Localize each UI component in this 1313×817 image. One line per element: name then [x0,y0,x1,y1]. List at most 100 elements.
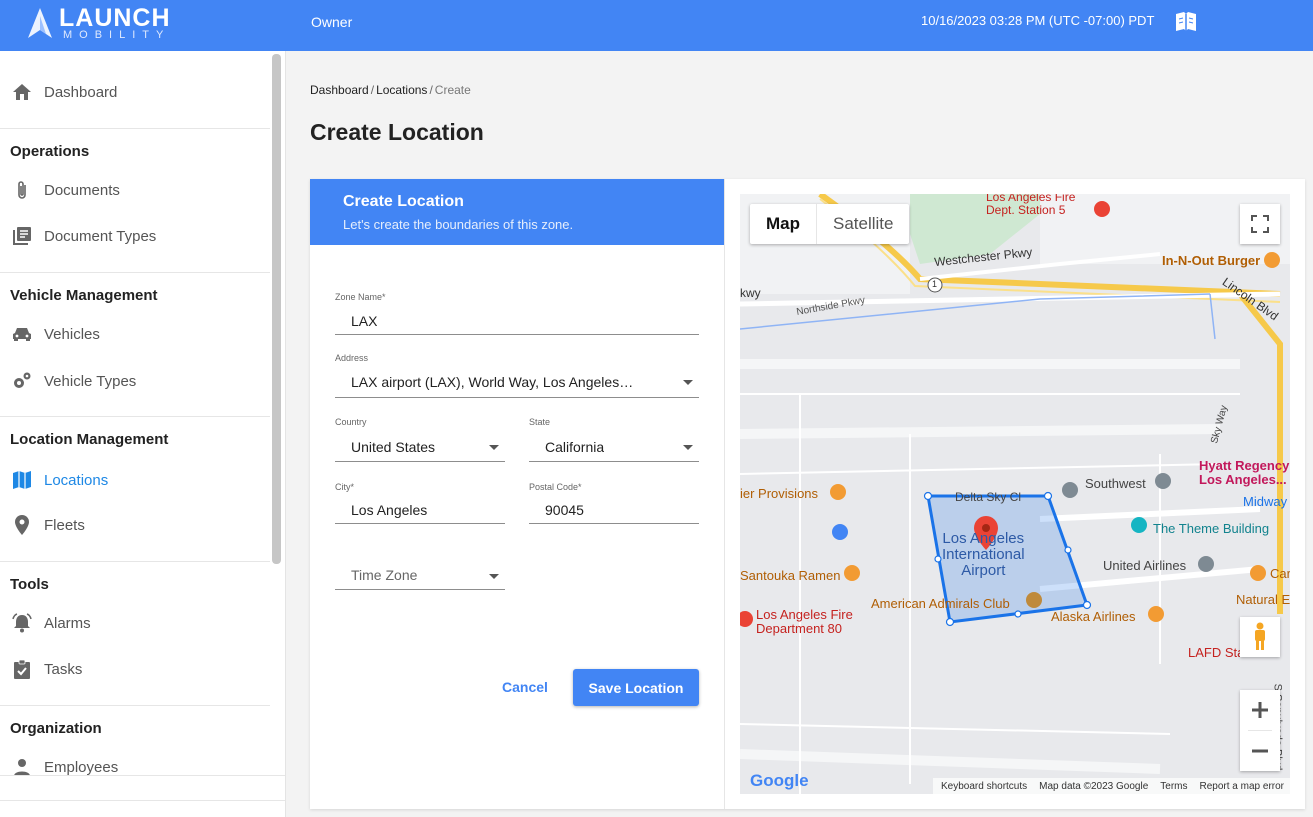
gears-icon [11,370,33,392]
sidebar-item-fleets[interactable]: Fleets [0,505,270,545]
map-data-credit: Map data ©2023 Google [1039,780,1149,792]
map-label-delta: Delta Sky Cl [955,490,1022,504]
field-label: Postal Code* [529,482,582,492]
plus-icon [1252,702,1268,718]
field-value: United States [351,439,436,455]
city-field[interactable]: City* Los Angeles [335,482,505,524]
section-organization: Organization [10,720,102,737]
breadcrumb-dashboard[interactable]: Dashboard [310,83,369,97]
form-subtitle: Let's create the boundaries of this zone… [343,217,574,232]
divider [0,561,270,562]
field-label: Address [335,353,369,363]
cancel-button[interactable]: Cancel [490,669,560,705]
map-label-admirals: American Admirals Club [871,596,1010,611]
map-label-alaska: Alaska Airlines [1051,609,1136,624]
logo[interactable]: LAUNCH MOBILITY [26,4,176,44]
car-icon [11,323,33,345]
field-value: California [545,439,605,455]
breadcrumb-locations[interactable]: Locations [376,83,427,97]
field-label: City* [335,482,355,492]
field-value: LAX [351,313,378,329]
divider [0,800,285,801]
postal-code-field[interactable]: Postal Code* 90045 [529,482,699,524]
sidebar-item-documents[interactable]: Documents [0,170,270,210]
sidebar-item-tasks[interactable]: Tasks [0,649,270,689]
fullscreen-button[interactable] [1240,204,1280,244]
sidebar-item-label: Documents [44,181,120,199]
report-map-error-link[interactable]: Report a map error [1200,781,1284,792]
zone-name-field[interactable]: Zone Name* LAX [335,292,699,335]
brand-sub: MOBILITY [63,29,171,41]
divider [0,416,270,417]
map-label-fire-station-5: Los Angeles Fire Dept. Station 5 [986,194,1076,217]
breadcrumb: Dashboard / Locations / Create [310,83,471,97]
sidebar-item-label: Vehicle Types [44,372,137,390]
sidebar: Dashboard Operations Documents Document … [0,51,286,817]
field-value: LAX airport (LAX), World Way, Los Angele… [351,374,636,390]
book-map-icon[interactable] [1174,11,1198,33]
sidebar-item-label: Locations [44,471,109,489]
save-location-button[interactable]: Save Location [573,669,699,706]
sidebar-item-label: Dashboard [44,83,118,101]
map-label-provisions: ier Provisions [740,486,819,501]
breadcrumb-separator: / [429,83,433,97]
chevron-down-icon [683,445,693,450]
sidebar-item-employees[interactable]: Employees [0,747,270,787]
sidebar-item-dashboard[interactable]: Dashboard [0,72,270,112]
sidebar-item-label: Vehicles [44,325,100,343]
map-label-in-n-out: In-N-Out Burger [1162,253,1261,268]
map-attribution: Keyboard shortcuts Map data ©2023 Google… [932,778,1290,794]
user-role[interactable]: Owner [311,14,352,30]
create-location-card: Create Location Let's create the boundar… [310,179,1305,809]
fullscreen-icon [1251,215,1269,233]
sidebar-item-locations[interactable]: Locations [0,460,270,500]
logo-mark-icon [28,8,52,38]
zoom-control [1240,690,1280,771]
terms-link[interactable]: Terms [1160,781,1187,792]
map-type-satellite-button[interactable]: Satellite [817,204,909,244]
location-pin-icon [11,514,33,536]
form-header: Create Location Let's create the boundar… [310,179,724,245]
street-view-pegman-button[interactable] [1240,617,1280,657]
map-label-fire-80: Los Angeles Fire Department 80 [756,607,853,636]
minus-icon [1252,749,1268,753]
field-label: Country [335,417,367,427]
sidebar-item-document-types[interactable]: Document Types [0,216,270,256]
map-canvas[interactable]: Los Angeles Fire Dept. Station 5 Westche… [740,194,1290,794]
breadcrumb-current: Create [434,83,471,97]
chevron-down-icon [489,574,499,579]
paperclip-icon [11,179,33,201]
map-label-santouka: Santouka Ramen [740,568,841,583]
pegman-icon [1255,622,1265,650]
form-title: Create Location [343,193,464,210]
sidebar-item-alarms[interactable]: Alarms [0,603,270,643]
chevron-down-icon [683,380,693,385]
sidebar-item-vehicles[interactable]: Vehicles [0,314,270,354]
clipboard-check-icon [11,658,33,680]
field-label: State [529,417,551,427]
divider [0,128,270,129]
zoom-out-button[interactable] [1240,731,1280,771]
map-label-pkwy: kwy [740,286,761,300]
map-type-map-button[interactable]: Map [750,204,817,244]
map-label-midway: Midway [1243,494,1288,509]
divider [0,705,270,706]
country-select[interactable]: Country United States [335,417,505,462]
divider [0,775,285,776]
sidebar-item-label: Document Types [44,227,157,245]
address-select[interactable]: Address LAX airport (LAX), World Way, Lo… [335,353,699,398]
time-zone-select[interactable]: Time Zone [335,559,505,590]
map-label-theme-building: The Theme Building [1153,521,1270,536]
map-type-toggle: Map Satellite [750,204,910,244]
state-select[interactable]: State California [529,417,699,462]
section-tools: Tools [10,576,49,593]
keyboard-shortcuts-link[interactable]: Keyboard shortcuts [941,781,1027,792]
route-shield-label: 1 [932,279,938,289]
sidebar-item-vehicle-types[interactable]: Vehicle Types [0,361,270,401]
field-placeholder: Time Zone [351,567,418,583]
map-label-southwest: Southwest [1085,476,1146,491]
google-logo[interactable]: Google [750,771,809,791]
sidebar-scrollbar[interactable] [272,54,281,564]
zoom-in-button[interactable] [1240,690,1280,730]
alarm-bell-icon [11,612,33,634]
